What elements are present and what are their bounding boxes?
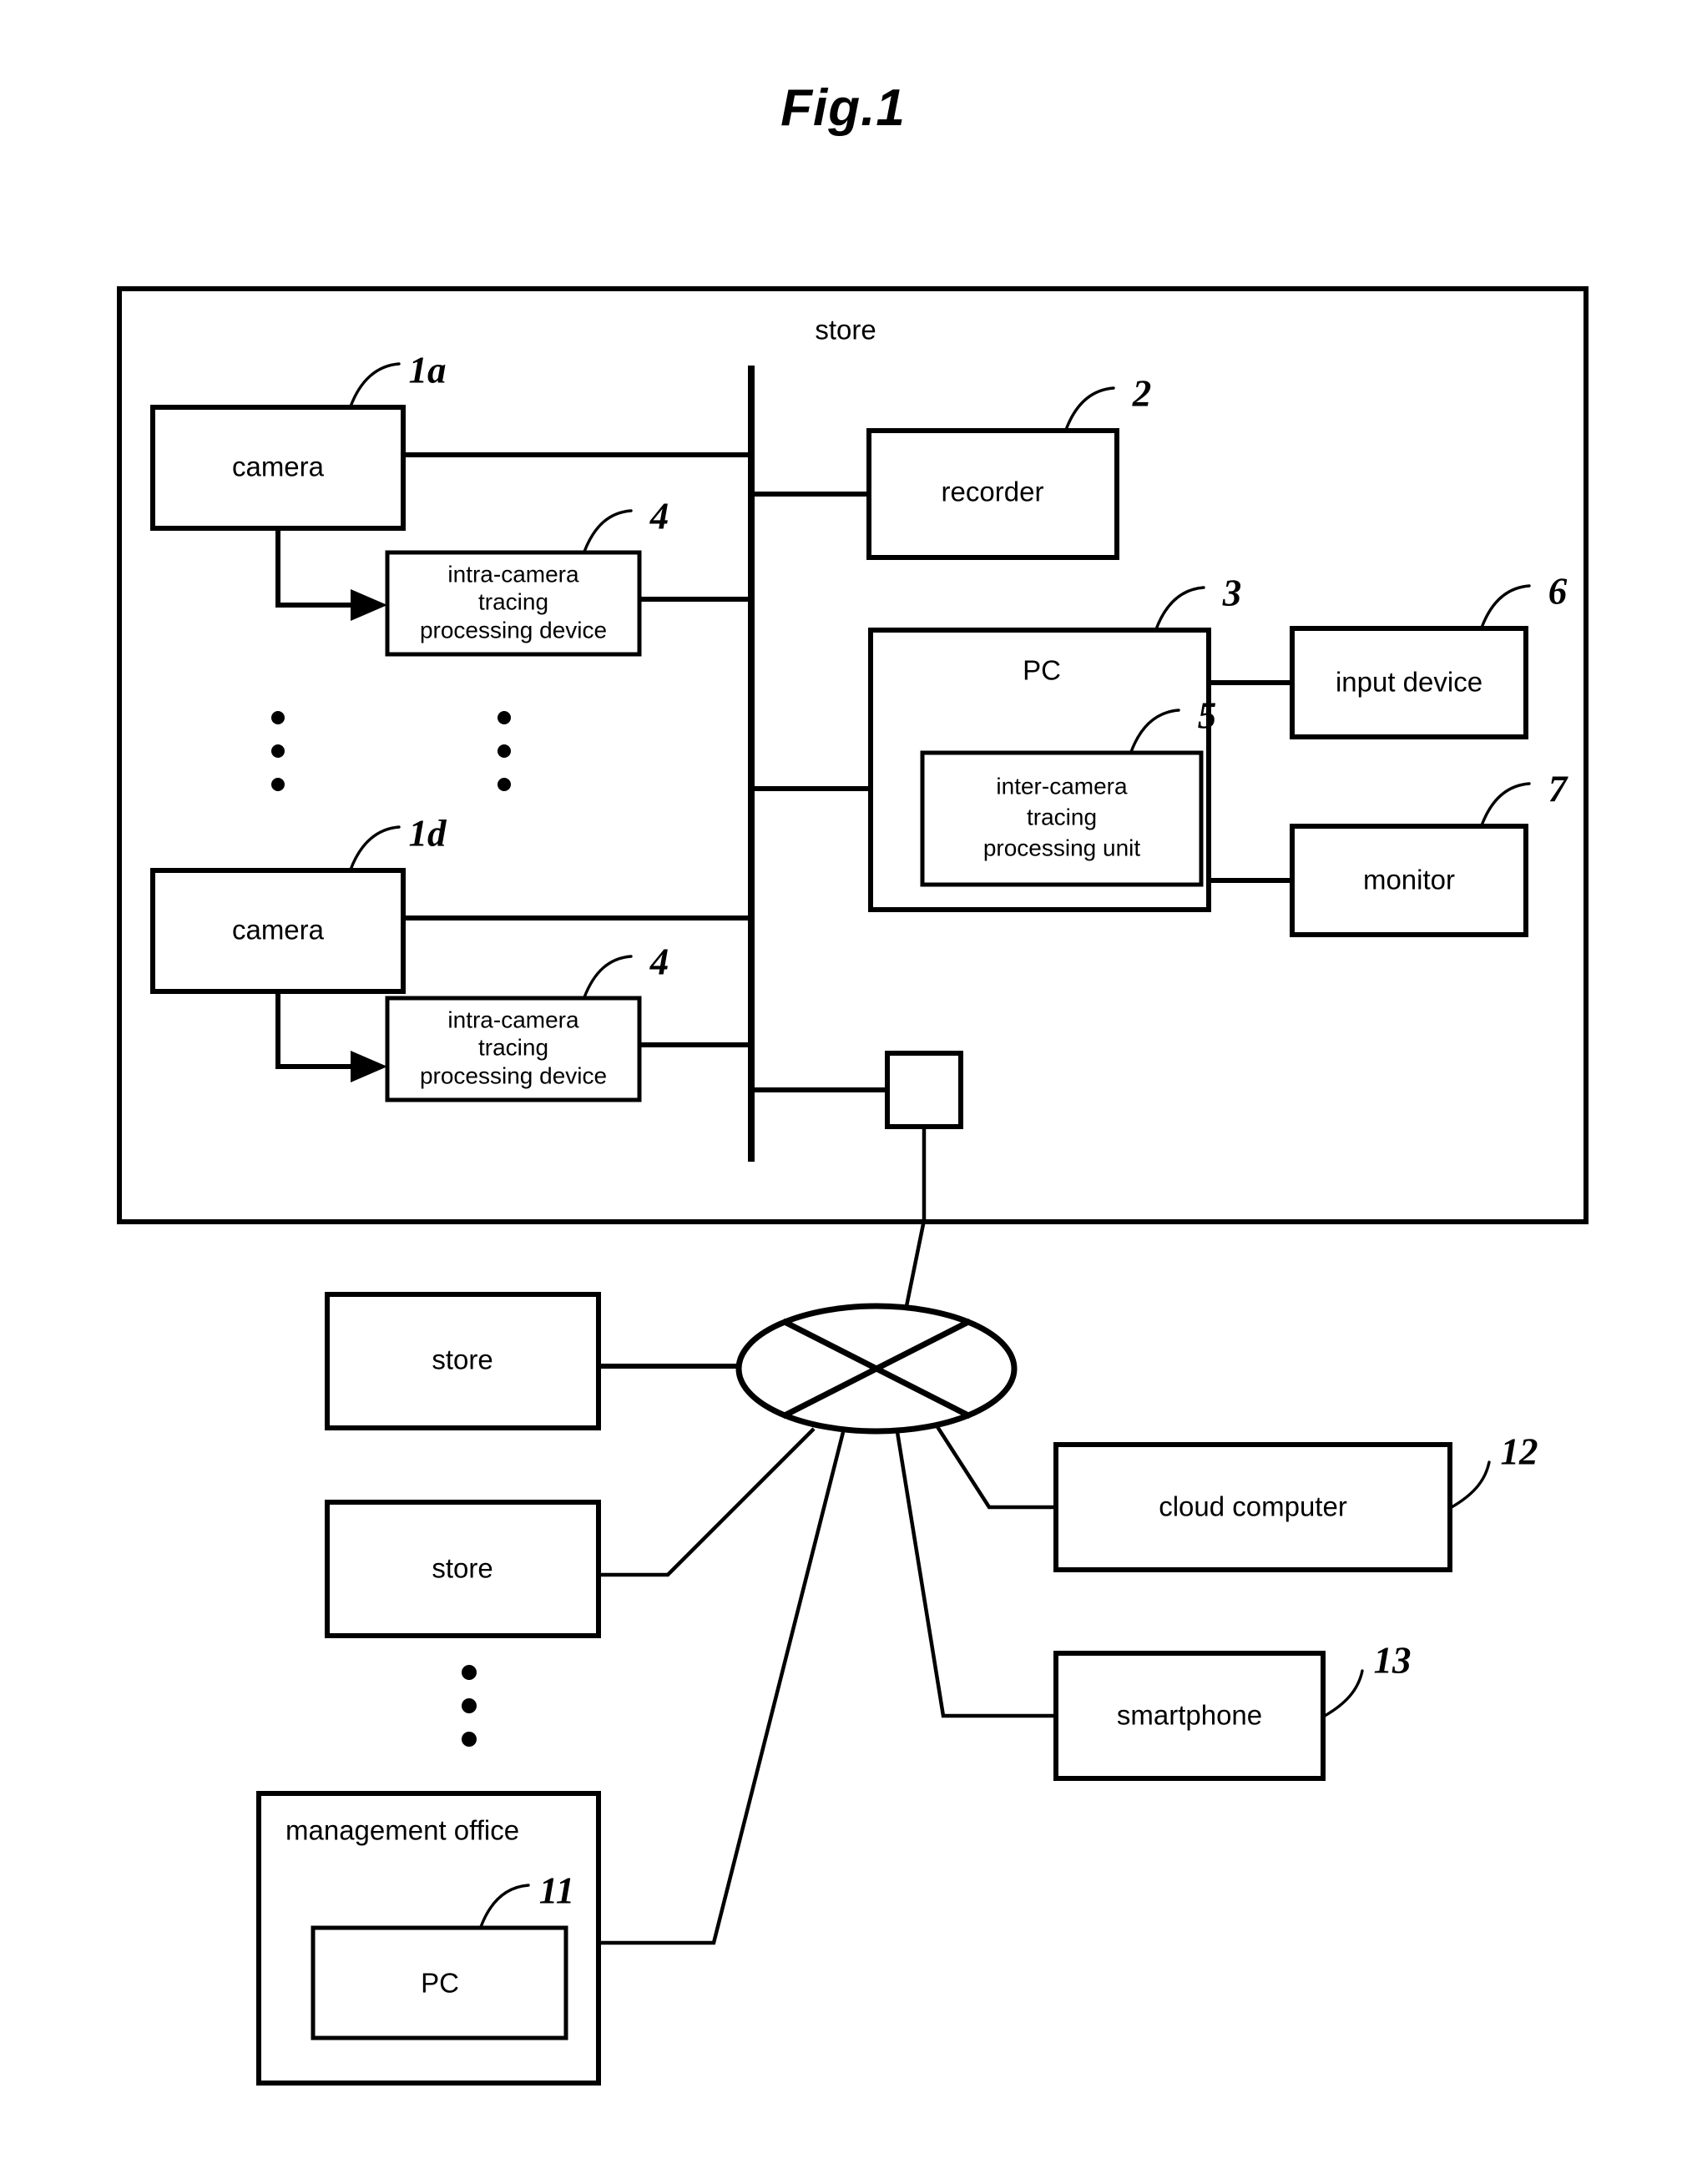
wire-camera-bottom-to-intra <box>275 991 351 1069</box>
wire-management-office-to-network <box>599 1431 846 1945</box>
reference-numeral-1d: 1d <box>409 812 448 854</box>
gateway-box <box>885 1051 963 1129</box>
leader-line-4-bottom <box>583 955 633 999</box>
pc-office-label: PC <box>421 1968 459 1999</box>
recorder-label: recorder <box>942 477 1044 507</box>
reference-numeral-12: 12 <box>1501 1430 1538 1472</box>
reference-numeral-3: 3 <box>1222 572 1242 613</box>
leader-line-13 <box>1323 1669 1364 1717</box>
leader-line-7 <box>1480 782 1531 827</box>
wire-store-remote-2-to-network <box>599 1427 816 1577</box>
leader-line-3 <box>1154 586 1205 631</box>
inter-camera-unit-label-line2: tracing <box>1027 804 1097 830</box>
ellipsis-dot-intra-1 <box>498 711 511 724</box>
store-enclosure-label: store <box>815 315 876 346</box>
arrowhead-camera-top-to-intra <box>351 589 387 621</box>
ellipsis-dot-camera-2 <box>271 744 285 758</box>
reference-numeral-11: 11 <box>539 1869 575 1911</box>
leader-line-1a <box>349 362 401 408</box>
store-remote-2-label: store <box>432 1553 492 1584</box>
management-office-label: management office <box>285 1815 519 1846</box>
leader-line-4-top <box>583 509 633 553</box>
ellipsis-dot-intra-2 <box>498 744 511 758</box>
leader-line-6 <box>1480 584 1531 629</box>
ellipsis-dot-store-1 <box>462 1665 477 1680</box>
reference-numeral-4-bottom: 4 <box>649 941 669 982</box>
patent-figure-svg: Fig.1 store camera 1a intra-camera traci… <box>117 79 1589 2086</box>
wire-network-to-cloud-computer <box>933 1421 1056 1510</box>
intra-camera-bottom-label-line2: tracing <box>478 1034 548 1060</box>
camera-bottom-label: camera <box>232 915 325 946</box>
wire-camera-top-to-intra <box>275 528 351 608</box>
input-device-label: input device <box>1336 667 1482 698</box>
intra-camera-top-label-line1: intra-camera <box>447 561 579 587</box>
store-enclosure-box <box>117 286 1589 1224</box>
inter-camera-unit-label-line3: processing unit <box>983 835 1141 860</box>
leader-line-11 <box>479 1884 530 1929</box>
ellipsis-dot-intra-3 <box>498 778 511 791</box>
ellipsis-dot-camera-3 <box>271 778 285 791</box>
reference-numeral-7: 7 <box>1548 768 1568 810</box>
figure-title: Fig.1 <box>780 79 906 137</box>
reference-numeral-2: 2 <box>1132 372 1152 414</box>
pc-store-label: PC <box>1023 655 1061 686</box>
reference-numeral-4-top: 4 <box>649 495 669 537</box>
ellipsis-dot-store-2 <box>462 1698 477 1713</box>
intra-camera-top-label-line2: tracing <box>478 588 548 614</box>
leader-line-5 <box>1129 709 1180 754</box>
arrowhead-camera-bottom-to-intra <box>351 1051 387 1082</box>
figure-root: Fig.1 store camera 1a intra-camera traci… <box>0 0 1687 2184</box>
store-remote-1-label: store <box>432 1344 492 1375</box>
ellipsis-dot-camera-1 <box>271 711 285 724</box>
reference-numeral-13: 13 <box>1374 1639 1412 1681</box>
reference-numeral-5: 5 <box>1198 694 1217 736</box>
smartphone-label: smartphone <box>1117 1700 1262 1731</box>
camera-top-label: camera <box>232 451 325 482</box>
monitor-label: monitor <box>1363 865 1455 895</box>
cloud-computer-label: cloud computer <box>1159 1491 1347 1522</box>
ellipsis-dot-store-3 <box>462 1732 477 1747</box>
reference-numeral-6: 6 <box>1548 570 1568 612</box>
intra-camera-top-label-line3: processing device <box>420 617 607 643</box>
leader-line-2 <box>1064 386 1115 431</box>
intra-camera-bottom-label-line1: intra-camera <box>447 1006 579 1032</box>
leader-line-12 <box>1450 1460 1491 1509</box>
intra-camera-bottom-label-line3: processing device <box>420 1062 607 1088</box>
wire-gateway-to-network <box>903 1127 927 1311</box>
inter-camera-unit-label-line1: inter-camera <box>996 773 1128 799</box>
reference-numeral-1a: 1a <box>409 349 447 391</box>
wire-network-to-smartphone <box>895 1431 1056 1718</box>
leader-line-1d <box>349 825 401 871</box>
